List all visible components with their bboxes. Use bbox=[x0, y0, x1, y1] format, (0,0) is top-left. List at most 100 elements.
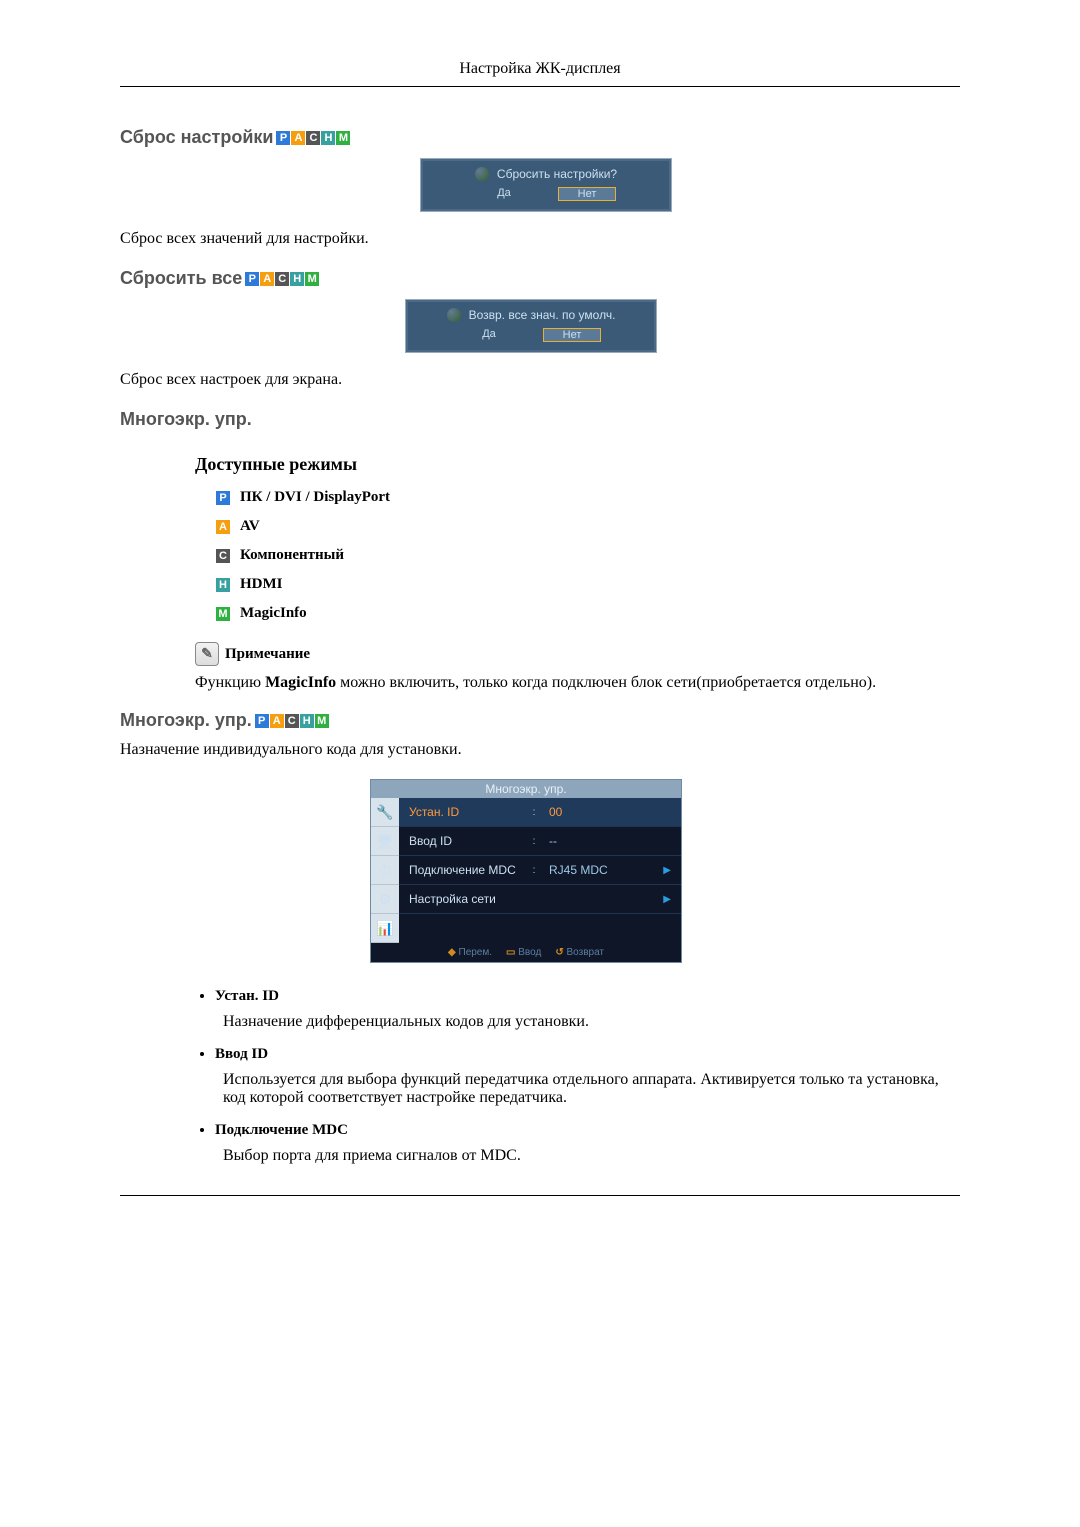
badge-a-icon: A bbox=[260, 272, 274, 286]
osd-row-value: -- bbox=[539, 834, 671, 848]
osd-row-label: Устан. ID bbox=[409, 805, 529, 819]
osd-side-icon[interactable]: ⏱ bbox=[371, 856, 399, 885]
reset-all-label: Сбросить все bbox=[120, 268, 242, 289]
badge-m-icon: M bbox=[216, 607, 230, 621]
osd-side-icon[interactable]: 🔧 bbox=[371, 798, 399, 827]
mode-item-component: C Компонентный bbox=[215, 547, 960, 564]
osd-colon: : bbox=[529, 865, 539, 876]
detail-list: Устан. ID Назначение дифференциальных ко… bbox=[195, 987, 960, 1165]
badge-p-icon: P bbox=[255, 714, 269, 728]
osd-row-label: Подключение MDC bbox=[409, 863, 529, 877]
osd-row-mdc[interactable]: Подключение MDC : RJ45 MDC ▶ bbox=[399, 856, 681, 885]
mode-badges: P A C H M bbox=[275, 131, 350, 145]
dialog-question: Сбросить настройки? bbox=[497, 167, 617, 181]
osd-side-icon[interactable]: 🖥 bbox=[371, 827, 399, 856]
badge-p-icon: P bbox=[276, 131, 290, 145]
dialog-no-button[interactable]: Нет bbox=[558, 187, 616, 201]
detail-item-mdc: Подключение MDC Выбор порта для приема с… bbox=[215, 1121, 960, 1165]
section-multi2-title: Многоэкр. упр. P A C H M bbox=[120, 710, 960, 731]
osd-hint-back: ↺ Возврат bbox=[555, 947, 604, 958]
osd-row-value: RJ45 MDC bbox=[539, 863, 663, 877]
osd-colon: : bbox=[529, 836, 539, 847]
dialog-icon bbox=[447, 308, 461, 322]
badge-h-icon: H bbox=[300, 714, 314, 728]
mode-item-magicinfo: M MagicInfo bbox=[215, 605, 960, 622]
note-icon: ✎ bbox=[195, 642, 219, 666]
badge-h-icon: H bbox=[290, 272, 304, 286]
reset-settings-desc: Сброс всех значений для настройки. bbox=[120, 230, 960, 248]
osd-hint-move: ◆ Перем. bbox=[448, 947, 492, 958]
section-multi-title: Многоэкр. упр. bbox=[120, 409, 960, 430]
osd-row-label: Настройка сети bbox=[409, 892, 529, 906]
note-title: Примечание bbox=[225, 646, 310, 663]
badge-c-icon: C bbox=[216, 549, 230, 563]
mode-label: AV bbox=[240, 518, 260, 535]
reset-settings-dialog: Сбросить настройки? Да Нет bbox=[420, 158, 672, 212]
note-body: Функцию MagicInfo можно включить, только… bbox=[195, 674, 960, 692]
note-heading: ✎ Примечание bbox=[195, 642, 960, 666]
modes-subhead: Доступные режимы bbox=[195, 454, 960, 475]
mode-label: MagicInfo bbox=[240, 605, 307, 622]
mode-list: P ПК / DVI / DisplayPort A AV C Компонен… bbox=[195, 489, 960, 622]
detail-item-input-id: Ввод ID Используется для выбора функций … bbox=[215, 1045, 960, 1107]
dialog-icon bbox=[475, 167, 489, 181]
reset-settings-label: Сброс настройки bbox=[120, 127, 273, 148]
badge-c-icon: C bbox=[306, 131, 320, 145]
mode-item-pc: P ПК / DVI / DisplayPort bbox=[215, 489, 960, 506]
badge-c-icon: C bbox=[275, 272, 289, 286]
mode-item-hdmi: H HDMI bbox=[215, 576, 960, 593]
dialog-yes-button[interactable]: Да bbox=[461, 328, 517, 342]
badge-m-icon: M bbox=[305, 272, 319, 286]
detail-desc: Назначение дифференциальных кодов для ус… bbox=[223, 1013, 960, 1031]
badge-h-icon: H bbox=[321, 131, 335, 145]
osd-footer: ◆ Перем. ▭ Ввод ↺ Возврат bbox=[371, 943, 681, 962]
osd-row-input-id[interactable]: Ввод ID : -- bbox=[399, 827, 681, 856]
detail-desc: Используется для выбора функций передатч… bbox=[223, 1071, 960, 1107]
osd-hint-enter: ▭ Ввод bbox=[506, 947, 541, 958]
chevron-right-icon: ▶ bbox=[663, 894, 671, 905]
osd-side-icon[interactable]: ⚙ bbox=[371, 885, 399, 914]
osd-rows: Устан. ID : 00 Ввод ID : -- Подключение … bbox=[399, 798, 681, 943]
badge-h-icon: H bbox=[216, 578, 230, 592]
badge-a-icon: A bbox=[216, 520, 230, 534]
multi2-desc: Назначение индивидуального кода для уста… bbox=[120, 741, 960, 759]
mode-label: Компонентный bbox=[240, 547, 344, 564]
badge-m-icon: M bbox=[336, 131, 350, 145]
badge-p-icon: P bbox=[216, 491, 230, 505]
dialog-no-button[interactable]: Нет bbox=[543, 328, 601, 342]
dialog-question: Возвр. все знач. по умолч. bbox=[469, 308, 616, 322]
osd-row-set-id[interactable]: Устан. ID : 00 bbox=[399, 798, 681, 827]
mode-badges: P A C H M bbox=[254, 714, 329, 728]
mode-label: ПК / DVI / DisplayPort bbox=[240, 489, 390, 506]
osd-colon: : bbox=[529, 807, 539, 818]
detail-title: Ввод ID bbox=[215, 1046, 960, 1063]
osd-side-icon[interactable]: 📊 bbox=[371, 914, 399, 943]
osd-menu: Многоэкр. упр. 🔧 🖥 ⏱ ⚙ 📊 Устан. ID : 00 … bbox=[370, 779, 682, 963]
dialog-yes-button[interactable]: Да bbox=[476, 187, 532, 201]
reset-all-desc: Сброс всех настроек для экрана. bbox=[120, 371, 960, 389]
detail-title: Подключение MDC bbox=[215, 1122, 960, 1139]
mode-item-av: A AV bbox=[215, 518, 960, 535]
page-header: Настройка ЖК-дисплея bbox=[120, 60, 960, 78]
section-reset-all-title: Сбросить все P A C H M bbox=[120, 268, 960, 289]
osd-row-value: 00 bbox=[539, 805, 671, 819]
badge-a-icon: A bbox=[270, 714, 284, 728]
bottom-rule bbox=[120, 1195, 960, 1196]
badge-p-icon: P bbox=[245, 272, 259, 286]
top-rule bbox=[120, 86, 960, 87]
osd-menu-title: Многоэкр. упр. bbox=[371, 780, 681, 798]
detail-title: Устан. ID bbox=[215, 988, 960, 1005]
badge-a-icon: A bbox=[291, 131, 305, 145]
badge-c-icon: C bbox=[285, 714, 299, 728]
badge-m-icon: M bbox=[315, 714, 329, 728]
detail-desc: Выбор порта для приема сигналов от MDC. bbox=[223, 1147, 960, 1165]
osd-row-label: Ввод ID bbox=[409, 834, 529, 848]
osd-sidebar: 🔧 🖥 ⏱ ⚙ 📊 bbox=[371, 798, 399, 943]
detail-item-set-id: Устан. ID Назначение дифференциальных ко… bbox=[215, 987, 960, 1031]
mode-badges: P A C H M bbox=[244, 272, 319, 286]
section-reset-settings-title: Сброс настройки P A C H M bbox=[120, 127, 960, 148]
chevron-right-icon: ▶ bbox=[663, 865, 671, 876]
reset-all-dialog: Возвр. все знач. по умолч. Да Нет bbox=[405, 299, 657, 353]
mode-label: HDMI bbox=[240, 576, 283, 593]
osd-row-network[interactable]: Настройка сети ▶ bbox=[399, 885, 681, 914]
